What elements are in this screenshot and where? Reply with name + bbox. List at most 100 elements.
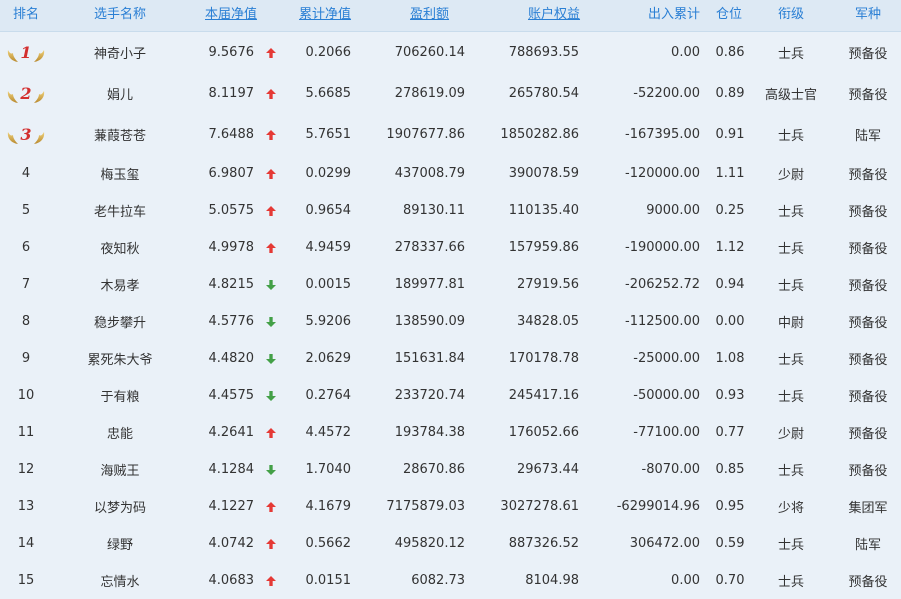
cumulative-net-value: 5.6685 (305, 86, 352, 101)
net-value: 4.0683 (208, 573, 255, 588)
trend-cell (260, 525, 276, 562)
net-value: 4.1284 (208, 462, 255, 477)
rank-cell: 9 (21, 351, 31, 366)
net-value: 4.4575 (208, 388, 255, 403)
player-name[interactable]: 于有粮 (60, 377, 180, 414)
army-branch: 陆军 (854, 538, 881, 553)
inout-total: 0.00 (671, 45, 700, 60)
player-name[interactable]: 木易孝 (60, 266, 180, 303)
rank-medal-icon: 2 (7, 84, 45, 103)
army-branch: 预备役 (848, 464, 888, 479)
table-row: 4 梅玉玺 6.9807 0.0299 437008.79 390078.59 -12000… (0, 155, 901, 192)
position-ratio: 0.86 (715, 45, 745, 60)
arrow-up-icon (266, 538, 276, 549)
table-row: 5 老牛拉车 5.0575 0.9654 89130.11 110135.40 9000.0… (0, 192, 901, 229)
rank-cell: 10 (17, 388, 35, 403)
player-name[interactable]: 梅玉玺 (60, 155, 180, 192)
player-name[interactable]: 夜知秋 (60, 229, 180, 266)
trend-cell (260, 192, 276, 229)
player-name[interactable]: 忠能 (60, 414, 180, 451)
position-ratio: 0.77 (715, 425, 745, 440)
army-branch: 预备役 (848, 242, 888, 257)
player-name[interactable]: 老牛拉车 (60, 192, 180, 229)
grade: 士兵 (777, 538, 804, 553)
profit-amount: 138590.09 (394, 314, 465, 329)
net-value: 9.5676 (208, 45, 255, 60)
col-position-header: 仓位 (716, 7, 743, 22)
arrow-up-icon (266, 129, 276, 140)
svg-text:3: 3 (20, 125, 31, 144)
table-row: 9 累死朱大爷 4.4820 2.0629 151631.84 170178.78 -250… (0, 340, 901, 377)
arrow-up-icon (266, 427, 276, 438)
arrow-down-icon (266, 279, 276, 290)
profit-amount: 7175879.03 (386, 499, 465, 514)
inout-total: 9000.00 (646, 203, 700, 218)
account-equity: 265780.54 (508, 86, 579, 101)
inout-total: -167395.00 (625, 127, 700, 142)
profit-amount: 151631.84 (394, 351, 465, 366)
player-name[interactable]: 蒹葭苍苍 (60, 114, 180, 155)
net-value: 6.9807 (208, 166, 255, 181)
cumulative-net-value: 2.0629 (305, 351, 352, 366)
position-ratio: 1.11 (715, 166, 745, 181)
trend-cell (260, 73, 276, 114)
position-ratio: 0.91 (715, 127, 745, 142)
table-row: 14 绿野 4.0742 0.5662 495820.12 887326.52 306472… (0, 525, 901, 562)
profit-amount: 437008.79 (394, 166, 465, 181)
player-name[interactable]: 以梦为码 (60, 488, 180, 525)
grade: 士兵 (777, 242, 804, 257)
grade: 少将 (777, 501, 804, 516)
account-equity: 110135.40 (508, 203, 579, 218)
table-row: 7 木易孝 4.8215 0.0015 189977.81 27919.56 -206252… (0, 266, 901, 303)
account-equity: 34828.05 (516, 314, 579, 329)
rank-cell: 15 (17, 573, 35, 588)
cumulative-net-value: 0.0015 (305, 277, 352, 292)
position-ratio: 0.95 (715, 499, 745, 514)
col-equity-header[interactable]: 账户权益 (528, 0, 580, 31)
cumulative-net-value: 1.7040 (305, 462, 352, 477)
table-row: 6 夜知秋 4.9978 4.9459 278337.66 157959.86 -19000… (0, 229, 901, 266)
arrow-up-icon (266, 242, 276, 253)
col-profit-header[interactable]: 盈利额 (410, 0, 449, 31)
net-value: 8.1197 (208, 86, 255, 101)
col-net-header[interactable]: 本届净值 (205, 0, 257, 31)
player-name[interactable]: 累死朱大爷 (60, 340, 180, 377)
inout-total: -112500.00 (625, 314, 700, 329)
player-name[interactable]: 忘情水 (60, 562, 180, 599)
col-grade-header: 衔级 (778, 7, 805, 22)
army-branch: 预备役 (848, 390, 888, 405)
player-name[interactable]: 娟儿 (60, 73, 180, 114)
player-name[interactable]: 稳步攀升 (60, 303, 180, 340)
inout-total: -50000.00 (633, 388, 700, 403)
cumulative-net-value: 4.9459 (305, 240, 352, 255)
profit-amount: 89130.11 (402, 203, 465, 218)
rank-cell: 13 (17, 499, 35, 514)
trend-cell (260, 377, 276, 414)
col-army-header: 军种 (855, 7, 882, 22)
army-branch: 预备役 (848, 316, 888, 331)
account-equity: 176052.66 (508, 425, 579, 440)
arrow-up-icon (266, 88, 276, 99)
player-name[interactable]: 海贼王 (60, 451, 180, 488)
net-value: 7.6488 (208, 127, 255, 142)
grade: 士兵 (777, 279, 804, 294)
cumulative-net-value: 0.0299 (305, 166, 352, 181)
table-row: 15 忘情水 4.0683 0.0151 6082.73 8104.98 0.00 0.70 士… (0, 562, 901, 599)
player-name[interactable]: 神奇小子 (60, 32, 180, 73)
account-equity: 29673.44 (516, 462, 579, 477)
table-row: 13 以梦为码 4.1227 4.1679 7175879.03 3027278.61 -6… (0, 488, 901, 525)
net-value: 4.2641 (208, 425, 255, 440)
player-name[interactable]: 绿野 (60, 525, 180, 562)
position-ratio: 0.89 (715, 86, 745, 101)
cumulative-net-value: 0.5662 (305, 536, 352, 551)
account-equity: 27919.56 (516, 277, 579, 292)
inout-total: -6299014.96 (616, 499, 700, 514)
arrow-down-icon (266, 353, 276, 364)
col-cum-header[interactable]: 累计净值 (299, 0, 351, 31)
arrow-up-icon (266, 575, 276, 586)
position-ratio: 0.85 (715, 462, 745, 477)
net-value: 4.5776 (208, 314, 255, 329)
rank-cell: 12 (17, 462, 35, 477)
inout-total: -120000.00 (625, 166, 700, 181)
trend-cell (260, 155, 276, 192)
